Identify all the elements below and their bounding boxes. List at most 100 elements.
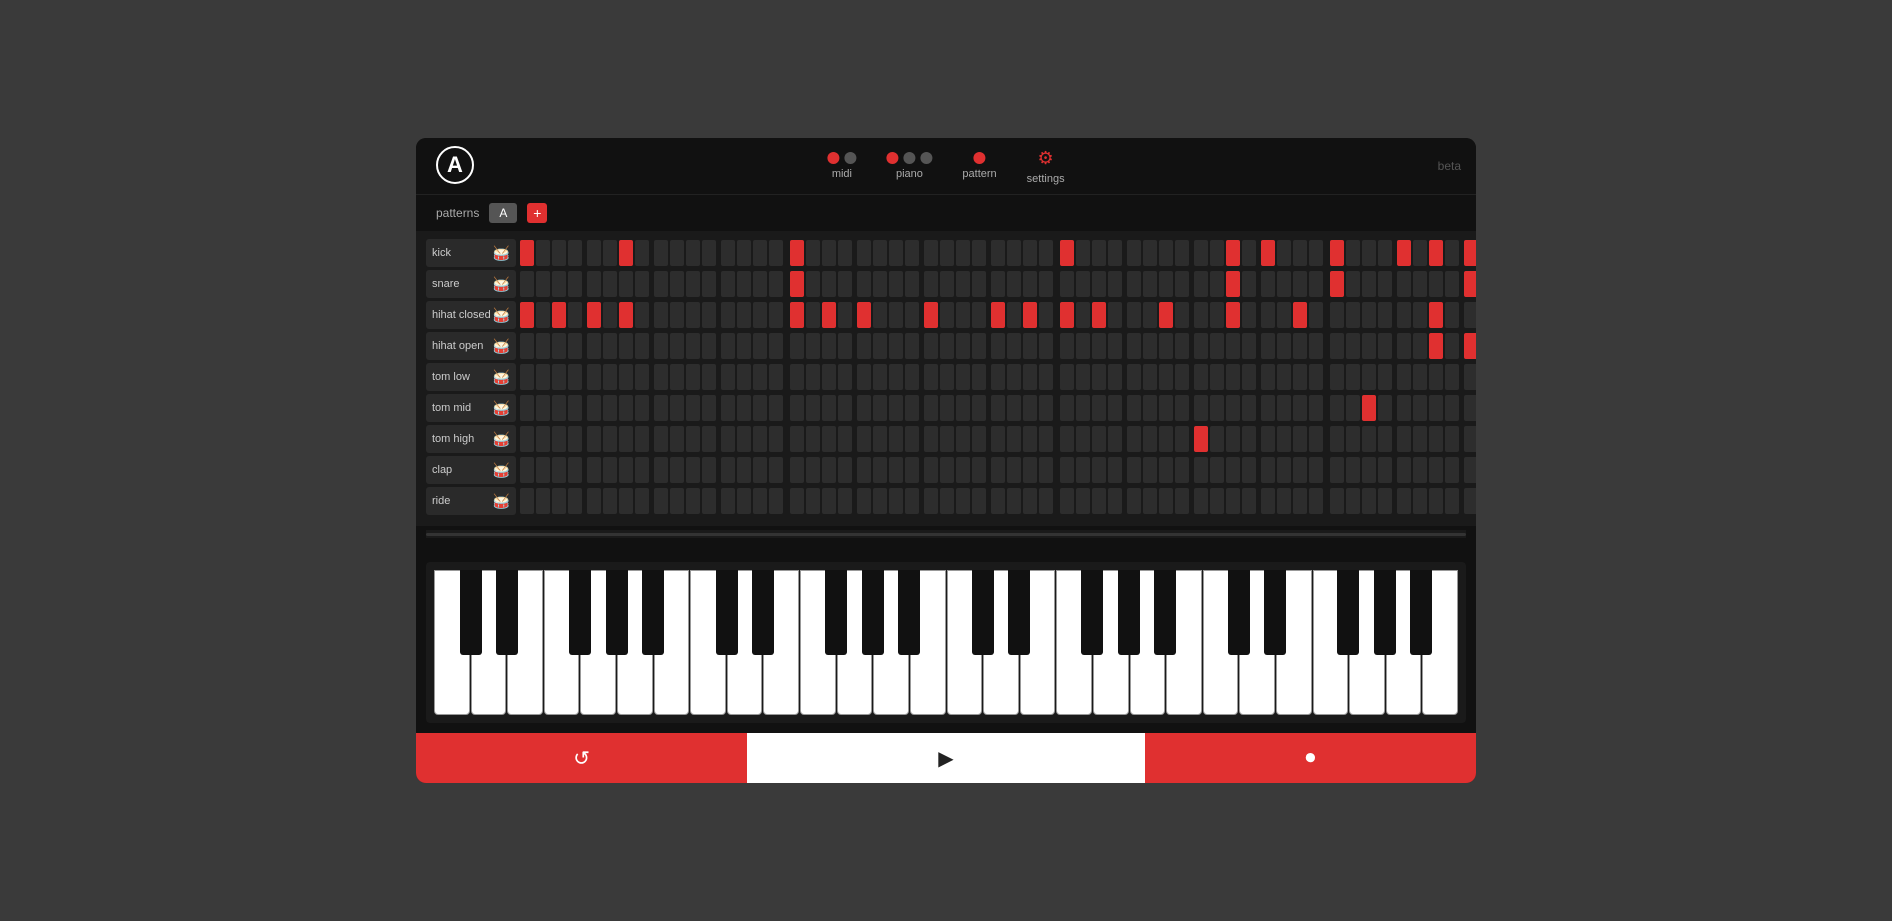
seq-cell[interactable] — [1023, 364, 1037, 390]
seq-cell[interactable] — [1242, 426, 1256, 452]
seq-cell[interactable] — [568, 302, 582, 328]
seq-cell[interactable] — [1226, 333, 1240, 359]
seq-cell[interactable] — [1108, 271, 1122, 297]
seq-cell[interactable] — [956, 364, 970, 390]
seq-cell[interactable] — [686, 457, 700, 483]
seq-cell[interactable] — [838, 364, 852, 390]
seq-cell[interactable] — [1194, 240, 1208, 266]
seq-cell[interactable] — [702, 333, 716, 359]
seq-cell[interactable] — [702, 364, 716, 390]
seq-cell[interactable] — [1039, 364, 1053, 390]
seq-cell[interactable] — [991, 426, 1005, 452]
seq-cell[interactable] — [972, 457, 986, 483]
seq-cell[interactable] — [838, 302, 852, 328]
seq-cell[interactable] — [686, 271, 700, 297]
seq-cell[interactable] — [1445, 364, 1459, 390]
seq-cell[interactable] — [587, 302, 601, 328]
seq-cell[interactable] — [905, 426, 919, 452]
seq-cell[interactable] — [1445, 240, 1459, 266]
seq-cell[interactable] — [1464, 395, 1476, 421]
seq-cell[interactable] — [568, 271, 582, 297]
seq-cell[interactable] — [1378, 364, 1392, 390]
seq-cell[interactable] — [568, 333, 582, 359]
seq-cell[interactable] — [737, 271, 751, 297]
seq-cell[interactable] — [1226, 426, 1240, 452]
seq-cell[interactable] — [1413, 457, 1427, 483]
seq-cell[interactable] — [587, 488, 601, 514]
seq-cell[interactable] — [1330, 271, 1344, 297]
seq-cell[interactable] — [1210, 457, 1224, 483]
seq-cell[interactable] — [1309, 426, 1323, 452]
seq-cell[interactable] — [1242, 333, 1256, 359]
seq-cell[interactable] — [924, 364, 938, 390]
seq-cell[interactable] — [1194, 364, 1208, 390]
seq-cell[interactable] — [956, 395, 970, 421]
seq-cell[interactable] — [889, 426, 903, 452]
seq-cell[interactable] — [1378, 457, 1392, 483]
seq-cell[interactable] — [1378, 426, 1392, 452]
seq-cell[interactable] — [1159, 333, 1173, 359]
seq-cell[interactable] — [737, 426, 751, 452]
seq-cell[interactable] — [1076, 271, 1090, 297]
seq-cell[interactable] — [940, 488, 954, 514]
seq-cell[interactable] — [520, 457, 534, 483]
seq-cell[interactable] — [619, 302, 633, 328]
seq-cell[interactable] — [536, 240, 550, 266]
seq-cell[interactable] — [686, 488, 700, 514]
seq-cell[interactable] — [753, 364, 767, 390]
seq-cell[interactable] — [822, 240, 836, 266]
seq-cell[interactable] — [1378, 302, 1392, 328]
seq-cell[interactable] — [1293, 395, 1307, 421]
seq-cell[interactable] — [552, 488, 566, 514]
seq-cell[interactable] — [1023, 426, 1037, 452]
seq-cell[interactable] — [635, 302, 649, 328]
nav-pattern[interactable]: pattern — [962, 152, 996, 180]
seq-cell[interactable] — [1242, 488, 1256, 514]
seq-cell[interactable] — [905, 395, 919, 421]
seq-cell[interactable] — [1175, 271, 1189, 297]
seq-cell[interactable] — [1159, 302, 1173, 328]
seq-cell[interactable] — [1023, 488, 1037, 514]
seq-cell[interactable] — [635, 426, 649, 452]
seq-cell[interactable] — [956, 457, 970, 483]
seq-cell[interactable] — [1413, 426, 1427, 452]
seq-cell[interactable] — [721, 457, 735, 483]
seq-cell[interactable] — [737, 302, 751, 328]
seq-cell[interactable] — [587, 271, 601, 297]
seq-cell[interactable] — [1175, 395, 1189, 421]
seq-cell[interactable] — [873, 271, 887, 297]
seq-cell[interactable] — [1159, 488, 1173, 514]
seq-cell[interactable] — [670, 364, 684, 390]
seq-cell[interactable] — [536, 488, 550, 514]
seq-cell[interactable] — [1210, 488, 1224, 514]
seq-cell[interactable] — [1127, 333, 1141, 359]
seq-cell[interactable] — [1330, 426, 1344, 452]
seq-cell[interactable] — [1023, 333, 1037, 359]
seq-cell[interactable] — [1242, 271, 1256, 297]
seq-label-1[interactable]: snare🥁 — [426, 270, 516, 298]
black-key[interactable] — [642, 570, 664, 655]
seq-cell[interactable] — [1445, 302, 1459, 328]
seq-cell[interactable] — [905, 333, 919, 359]
seq-cell[interactable] — [1076, 302, 1090, 328]
seq-cell[interactable] — [1143, 426, 1157, 452]
seq-cell[interactable] — [905, 457, 919, 483]
seq-cell[interactable] — [1261, 364, 1275, 390]
seq-cell[interactable] — [635, 395, 649, 421]
seq-cell[interactable] — [568, 426, 582, 452]
seq-cell[interactable] — [956, 240, 970, 266]
seq-cell[interactable] — [1397, 302, 1411, 328]
seq-cell[interactable] — [1445, 395, 1459, 421]
seq-cell[interactable] — [1210, 426, 1224, 452]
seq-cell[interactable] — [1076, 240, 1090, 266]
seq-cell[interactable] — [1346, 333, 1360, 359]
seq-cell[interactable] — [1346, 457, 1360, 483]
seq-cell[interactable] — [1127, 457, 1141, 483]
seq-cell[interactable] — [721, 333, 735, 359]
seq-cell[interactable] — [790, 488, 804, 514]
seq-cell[interactable] — [1060, 457, 1074, 483]
seq-cell[interactable] — [1293, 426, 1307, 452]
seq-cell[interactable] — [1293, 302, 1307, 328]
seq-cell[interactable] — [1413, 240, 1427, 266]
seq-cell[interactable] — [619, 457, 633, 483]
